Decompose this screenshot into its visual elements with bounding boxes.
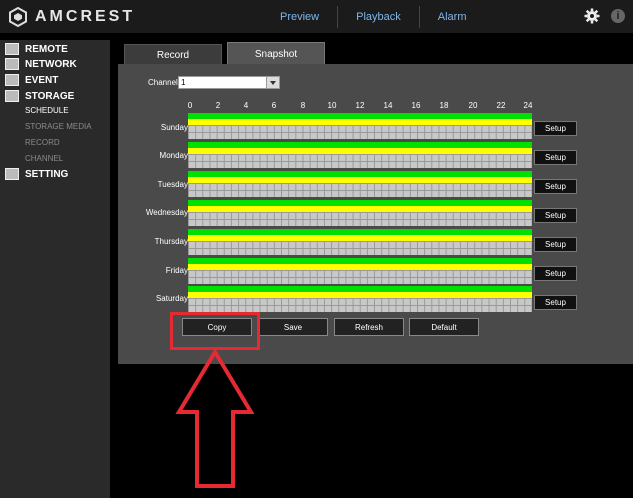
- channel-select[interactable]: 1: [178, 76, 280, 89]
- sidebar-item-label: EVENT: [25, 74, 59, 86]
- sidebar-item-label: NETWORK: [25, 58, 77, 70]
- setup-button-wednesday[interactable]: Setup: [534, 208, 577, 223]
- hour-label: 24: [523, 101, 533, 110]
- sidebar-item-label: REMOTE: [25, 43, 68, 55]
- day-label-saturday: Saturday: [155, 294, 188, 303]
- setup-button-thursday[interactable]: Setup: [534, 237, 577, 252]
- gear-icon[interactable]: [584, 8, 600, 24]
- schedule-bar-sunday[interactable]: [188, 113, 532, 139]
- hour-label: 2: [215, 101, 221, 110]
- day-label-sunday: Sunday: [160, 123, 188, 132]
- hour-label: 14: [383, 101, 393, 110]
- hour-label: 6: [271, 101, 277, 110]
- sidebar-item-label: STORAGE: [25, 90, 75, 102]
- sidebar-subitem-storage-media[interactable]: STORAGE MEDIA: [25, 122, 92, 131]
- channel-value: 1: [181, 78, 186, 87]
- setup-button-saturday[interactable]: Setup: [534, 295, 577, 310]
- setup-button-tuesday[interactable]: Setup: [534, 179, 577, 194]
- nav-playback[interactable]: Playback: [338, 11, 419, 23]
- day-label-friday: Friday: [165, 266, 188, 275]
- nav-preview[interactable]: Preview: [262, 11, 337, 23]
- hour-label: 16: [411, 101, 421, 110]
- hour-label: 22: [496, 101, 506, 110]
- day-label-wednesday: Wednesday: [145, 208, 188, 217]
- setup-button-sunday[interactable]: Setup: [534, 121, 577, 136]
- network-icon: [5, 58, 19, 70]
- hour-label: 12: [355, 101, 365, 110]
- copy-highlight-box: [170, 312, 260, 350]
- sidebar-item-setting[interactable]: SETTING: [0, 166, 110, 182]
- schedule-bar-friday[interactable]: [188, 258, 532, 284]
- info-icon[interactable]: i: [611, 9, 625, 23]
- save-button[interactable]: Save: [258, 318, 328, 336]
- hour-label: 18: [439, 101, 449, 110]
- hour-label: 8: [300, 101, 306, 110]
- nav-alarm[interactable]: Alarm: [420, 11, 485, 23]
- sidebar-item-event[interactable]: EVENT: [0, 72, 110, 88]
- day-label-thursday: Thursday: [154, 237, 188, 246]
- event-icon: [5, 74, 19, 86]
- sidebar-item-storage[interactable]: STORAGE: [0, 88, 110, 104]
- schedule-bar-tuesday[interactable]: [188, 171, 532, 197]
- refresh-button[interactable]: Refresh: [334, 318, 404, 336]
- storage-icon: [5, 90, 19, 102]
- up-arrow-annotation-icon: [175, 350, 255, 488]
- monitor-icon: [5, 168, 19, 180]
- schedule-bar-thursday[interactable]: [188, 229, 532, 255]
- schedule-bar-monday[interactable]: [188, 142, 532, 168]
- sidebar-subitem-record[interactable]: RECORD: [25, 138, 60, 147]
- tab-snapshot[interactable]: Snapshot: [227, 42, 325, 65]
- hour-label: 10: [327, 101, 337, 110]
- main-nav: Preview Playback Alarm: [262, 0, 485, 33]
- schedule-bar-saturday[interactable]: [188, 286, 532, 312]
- camera-icon: [5, 43, 19, 55]
- day-label-tuesday: Tuesday: [157, 180, 188, 189]
- sidebar: REMOTE NETWORK EVENT STORAGE SCHEDULE ST…: [0, 40, 110, 498]
- amcrest-logo-icon: [9, 7, 27, 27]
- sidebar-item-network[interactable]: NETWORK: [0, 56, 110, 72]
- sidebar-item-remote[interactable]: REMOTE: [0, 41, 110, 57]
- sidebar-item-label: SETTING: [25, 168, 69, 180]
- hour-label: 4: [243, 101, 249, 110]
- default-button[interactable]: Default: [409, 318, 479, 336]
- sidebar-subitem-channel[interactable]: CHANNEL: [25, 154, 63, 163]
- brand-name: AMCREST: [35, 8, 136, 25]
- sidebar-subitem-schedule[interactable]: SCHEDULE: [25, 106, 69, 115]
- setup-button-monday[interactable]: Setup: [534, 150, 577, 165]
- hour-label: 20: [468, 101, 478, 110]
- setup-button-friday[interactable]: Setup: [534, 266, 577, 281]
- channel-label: Channel: [148, 78, 178, 87]
- hour-label: 0: [187, 101, 193, 110]
- day-label-monday: Monday: [159, 151, 188, 160]
- schedule-bar-wednesday[interactable]: [188, 200, 532, 226]
- brand-logo: AMCREST: [8, 7, 135, 27]
- chevron-down-icon[interactable]: [266, 77, 279, 88]
- tab-record[interactable]: Record: [124, 44, 222, 65]
- top-bar: AMCREST Preview Playback Alarm i: [0, 0, 633, 33]
